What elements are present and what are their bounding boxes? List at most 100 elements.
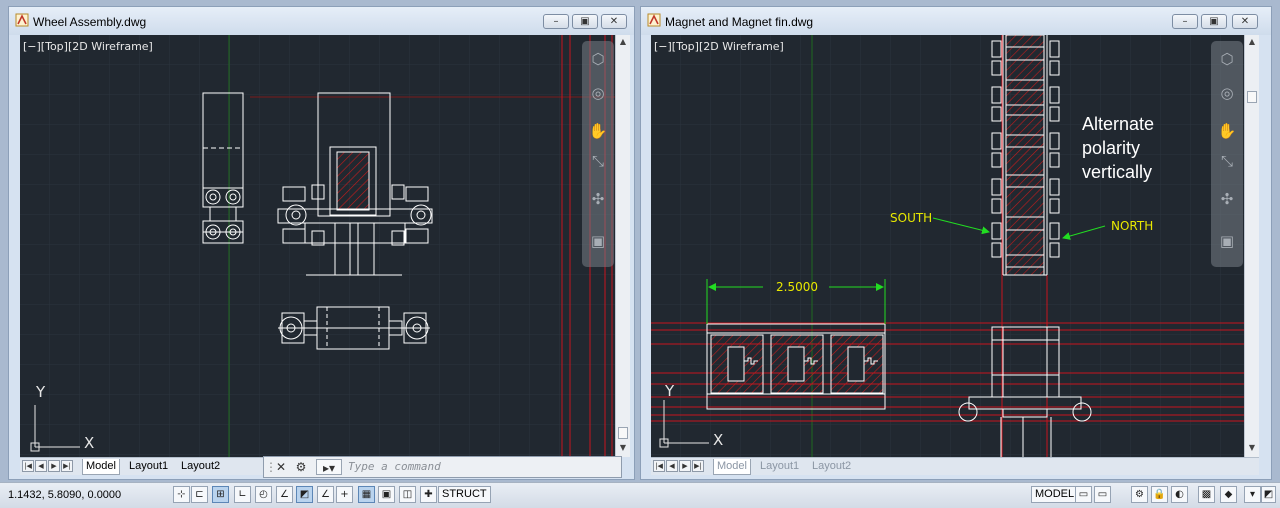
showmotion-icon[interactable]: ▣ xyxy=(588,231,608,251)
struct-button[interactable]: STRUCT xyxy=(438,486,491,503)
left-minimize-button[interactable]: – xyxy=(543,14,569,29)
transparency-icon[interactable]: ◫ xyxy=(399,486,416,503)
right-navigation-bar: ⬡ ◎ ✋ ⤡ ✣ ▣ xyxy=(1211,41,1243,267)
viewcube-icon[interactable]: ⬡ xyxy=(588,49,608,69)
cursor-coordinates: 1.1432, 5.8090, 0.0000 xyxy=(8,489,122,501)
last-tab-button[interactable]: ▶| xyxy=(61,460,73,472)
scroll-thumb[interactable] xyxy=(618,427,628,439)
note-line-1: Alternate xyxy=(1082,114,1154,134)
left-vertical-scrollbar[interactable]: ▲ ▼ xyxy=(615,35,630,457)
right-ucs-y-label: Y xyxy=(664,382,675,400)
right-viewport-controls-label[interactable]: [−][Top][2D Wireframe] xyxy=(654,40,784,53)
right-window-title: Magnet and Magnet fin.dwg xyxy=(665,15,814,29)
right-restore-button[interactable]: ▣ xyxy=(1201,14,1227,29)
scroll-thumb[interactable] xyxy=(1247,91,1257,103)
right-window-titlebar[interactable]: Magnet and Magnet fin.dwg – ▣ ✕ xyxy=(641,7,1271,35)
next-tab-button[interactable]: ▶ xyxy=(48,460,60,472)
prev-tab-button[interactable]: ◀ xyxy=(35,460,47,472)
left-drawing-window: Wheel Assembly.dwg – ▣ ✕ Y X [−][Top][2D… xyxy=(8,6,635,480)
left-drawing-canvas[interactable]: Y X xyxy=(20,35,615,457)
left-close-button[interactable]: ✕ xyxy=(601,14,627,29)
left-restore-button[interactable]: ▣ xyxy=(572,14,598,29)
north-label: NORTH xyxy=(1111,219,1153,233)
model-space-button[interactable]: MODEL xyxy=(1031,486,1079,503)
ortho-mode-icon[interactable]: ∟ xyxy=(234,486,251,503)
infer-constraints-icon[interactable]: ⊹ xyxy=(173,486,190,503)
steering-wheel-icon[interactable]: ◎ xyxy=(1217,83,1237,103)
south-label: SOUTH xyxy=(890,211,932,225)
command-grip-icon[interactable]: ⋮ xyxy=(265,459,277,475)
left-drawing-viewport[interactable]: Y X [−][Top][2D Wireframe] ⬡ ◎ ✋ ⤡ ✣ ▣ xyxy=(20,35,615,457)
close-icon[interactable]: ✕ xyxy=(273,459,289,475)
lock-ui-icon[interactable]: 🔒 xyxy=(1151,486,1168,503)
last-tab-button[interactable]: ▶| xyxy=(692,460,704,472)
note-line-3: vertically xyxy=(1082,162,1152,182)
zoom-icon[interactable]: ⤡ xyxy=(1217,151,1237,171)
object-snap-icon[interactable]: ∠ xyxy=(276,486,293,503)
scroll-down-arrow[interactable]: ▼ xyxy=(616,441,630,455)
customize-wrench-icon[interactable]: ⚙ xyxy=(293,459,309,475)
scroll-down-arrow[interactable]: ▼ xyxy=(1245,441,1259,455)
left-window-title: Wheel Assembly.dwg xyxy=(33,15,147,29)
autocad-file-icon xyxy=(647,13,661,27)
right-drawing-window: Magnet and Magnet fin.dwg – ▣ ✕ 2.5000 S… xyxy=(640,6,1272,480)
viewcube-icon[interactable]: ⬡ xyxy=(1217,49,1237,69)
pan-hand-icon[interactable]: ✋ xyxy=(588,121,608,141)
left-layout-tabs: |◀ ◀ ▶ ▶| Model Layout1 Layout2 xyxy=(20,457,266,475)
left-viewport-controls-label[interactable]: [−][Top][2D Wireframe] xyxy=(23,40,153,53)
tab-layout1[interactable]: Layout1 xyxy=(126,459,171,474)
quick-view-layouts-icon[interactable]: ▭ xyxy=(1075,486,1092,503)
next-tab-button[interactable]: ▶ xyxy=(679,460,691,472)
dimension-value: 2.5000 xyxy=(776,280,818,294)
prev-tab-button[interactable]: ◀ xyxy=(666,460,678,472)
isolate-objects-icon[interactable]: ◐ xyxy=(1171,486,1188,503)
dynamic-input-icon[interactable]: ▦ xyxy=(358,486,375,503)
tab-layout1[interactable]: Layout1 xyxy=(757,459,802,474)
polar-tracking-icon[interactable]: ◴ xyxy=(255,486,272,503)
isolate-bulb-icon[interactable]: ◆ xyxy=(1220,486,1237,503)
right-drawing-canvas[interactable]: 2.5000 SOUTH NORTH Alternate polarity ve… xyxy=(651,35,1244,457)
orbit-icon[interactable]: ✣ xyxy=(1217,189,1237,209)
scroll-up-arrow[interactable]: ▲ xyxy=(616,35,630,49)
recent-commands-icon[interactable]: ▸▾ xyxy=(316,459,342,475)
note-line-2: polarity xyxy=(1082,138,1140,158)
command-line: ⋮ ✕ ⚙ ▸▾ Type a command xyxy=(263,456,622,478)
right-layout-tabs: |◀ ◀ ▶ ▶| Model Layout1 Layout2 xyxy=(651,457,1259,475)
tab-model[interactable]: Model xyxy=(713,459,751,475)
tab-layout2[interactable]: Layout2 xyxy=(809,459,854,474)
3d-object-snap-icon[interactable]: ◩ xyxy=(296,486,313,503)
left-navigation-bar: ⬡ ◎ ✋ ⤡ ✣ ▣ xyxy=(582,41,614,267)
left-ucs-x-label: X xyxy=(84,434,94,452)
autocad-file-icon xyxy=(15,13,29,27)
command-input[interactable]: Type a command xyxy=(348,460,441,473)
right-close-button[interactable]: ✕ xyxy=(1232,14,1258,29)
left-window-titlebar[interactable]: Wheel Assembly.dwg – ▣ ✕ xyxy=(9,7,634,35)
orbit-icon[interactable]: ✣ xyxy=(588,189,608,209)
selection-cycling-icon[interactable]: ✚ xyxy=(420,486,437,503)
object-snap-tracking-icon[interactable]: ∠ xyxy=(317,486,334,503)
status-bar: 1.1432, 5.8090, 0.0000 ⊹ ⊏ ⊞ ∟ ◴ ∠ ◩ ∠ +… xyxy=(0,482,1280,508)
grid-display-icon[interactable]: ⊞ xyxy=(212,486,229,503)
status-menu-icon[interactable]: ▾ xyxy=(1244,486,1261,503)
scroll-up-arrow[interactable]: ▲ xyxy=(1245,35,1259,49)
first-tab-button[interactable]: |◀ xyxy=(22,460,34,472)
first-tab-button[interactable]: |◀ xyxy=(653,460,665,472)
pan-hand-icon[interactable]: ✋ xyxy=(1217,121,1237,141)
dynamic-ucs-icon[interactable]: + xyxy=(336,486,353,503)
showmotion-icon[interactable]: ▣ xyxy=(1217,231,1237,251)
quick-view-drawings-icon[interactable]: ▭ xyxy=(1094,486,1111,503)
tab-model[interactable]: Model xyxy=(82,459,120,475)
steering-wheel-icon[interactable]: ◎ xyxy=(588,83,608,103)
lineweight-icon[interactable]: ▣ xyxy=(378,486,395,503)
tab-layout2[interactable]: Layout2 xyxy=(178,459,223,474)
right-drawing-viewport[interactable]: 2.5000 SOUTH NORTH Alternate polarity ve… xyxy=(651,35,1244,457)
hardware-acceleration-icon[interactable]: ▩ xyxy=(1198,486,1215,503)
right-ucs-x-label: X xyxy=(713,431,723,449)
zoom-icon[interactable]: ⤡ xyxy=(588,151,608,171)
snap-mode-icon[interactable]: ⊏ xyxy=(191,486,208,503)
right-vertical-scrollbar[interactable]: ▲ ▼ xyxy=(1244,35,1259,457)
right-minimize-button[interactable]: – xyxy=(1172,14,1198,29)
left-ucs-y-label: Y xyxy=(35,383,46,401)
workspace-switching-icon[interactable]: ⚙ xyxy=(1131,486,1148,503)
clean-screen-icon[interactable]: ◩ xyxy=(1261,486,1276,503)
